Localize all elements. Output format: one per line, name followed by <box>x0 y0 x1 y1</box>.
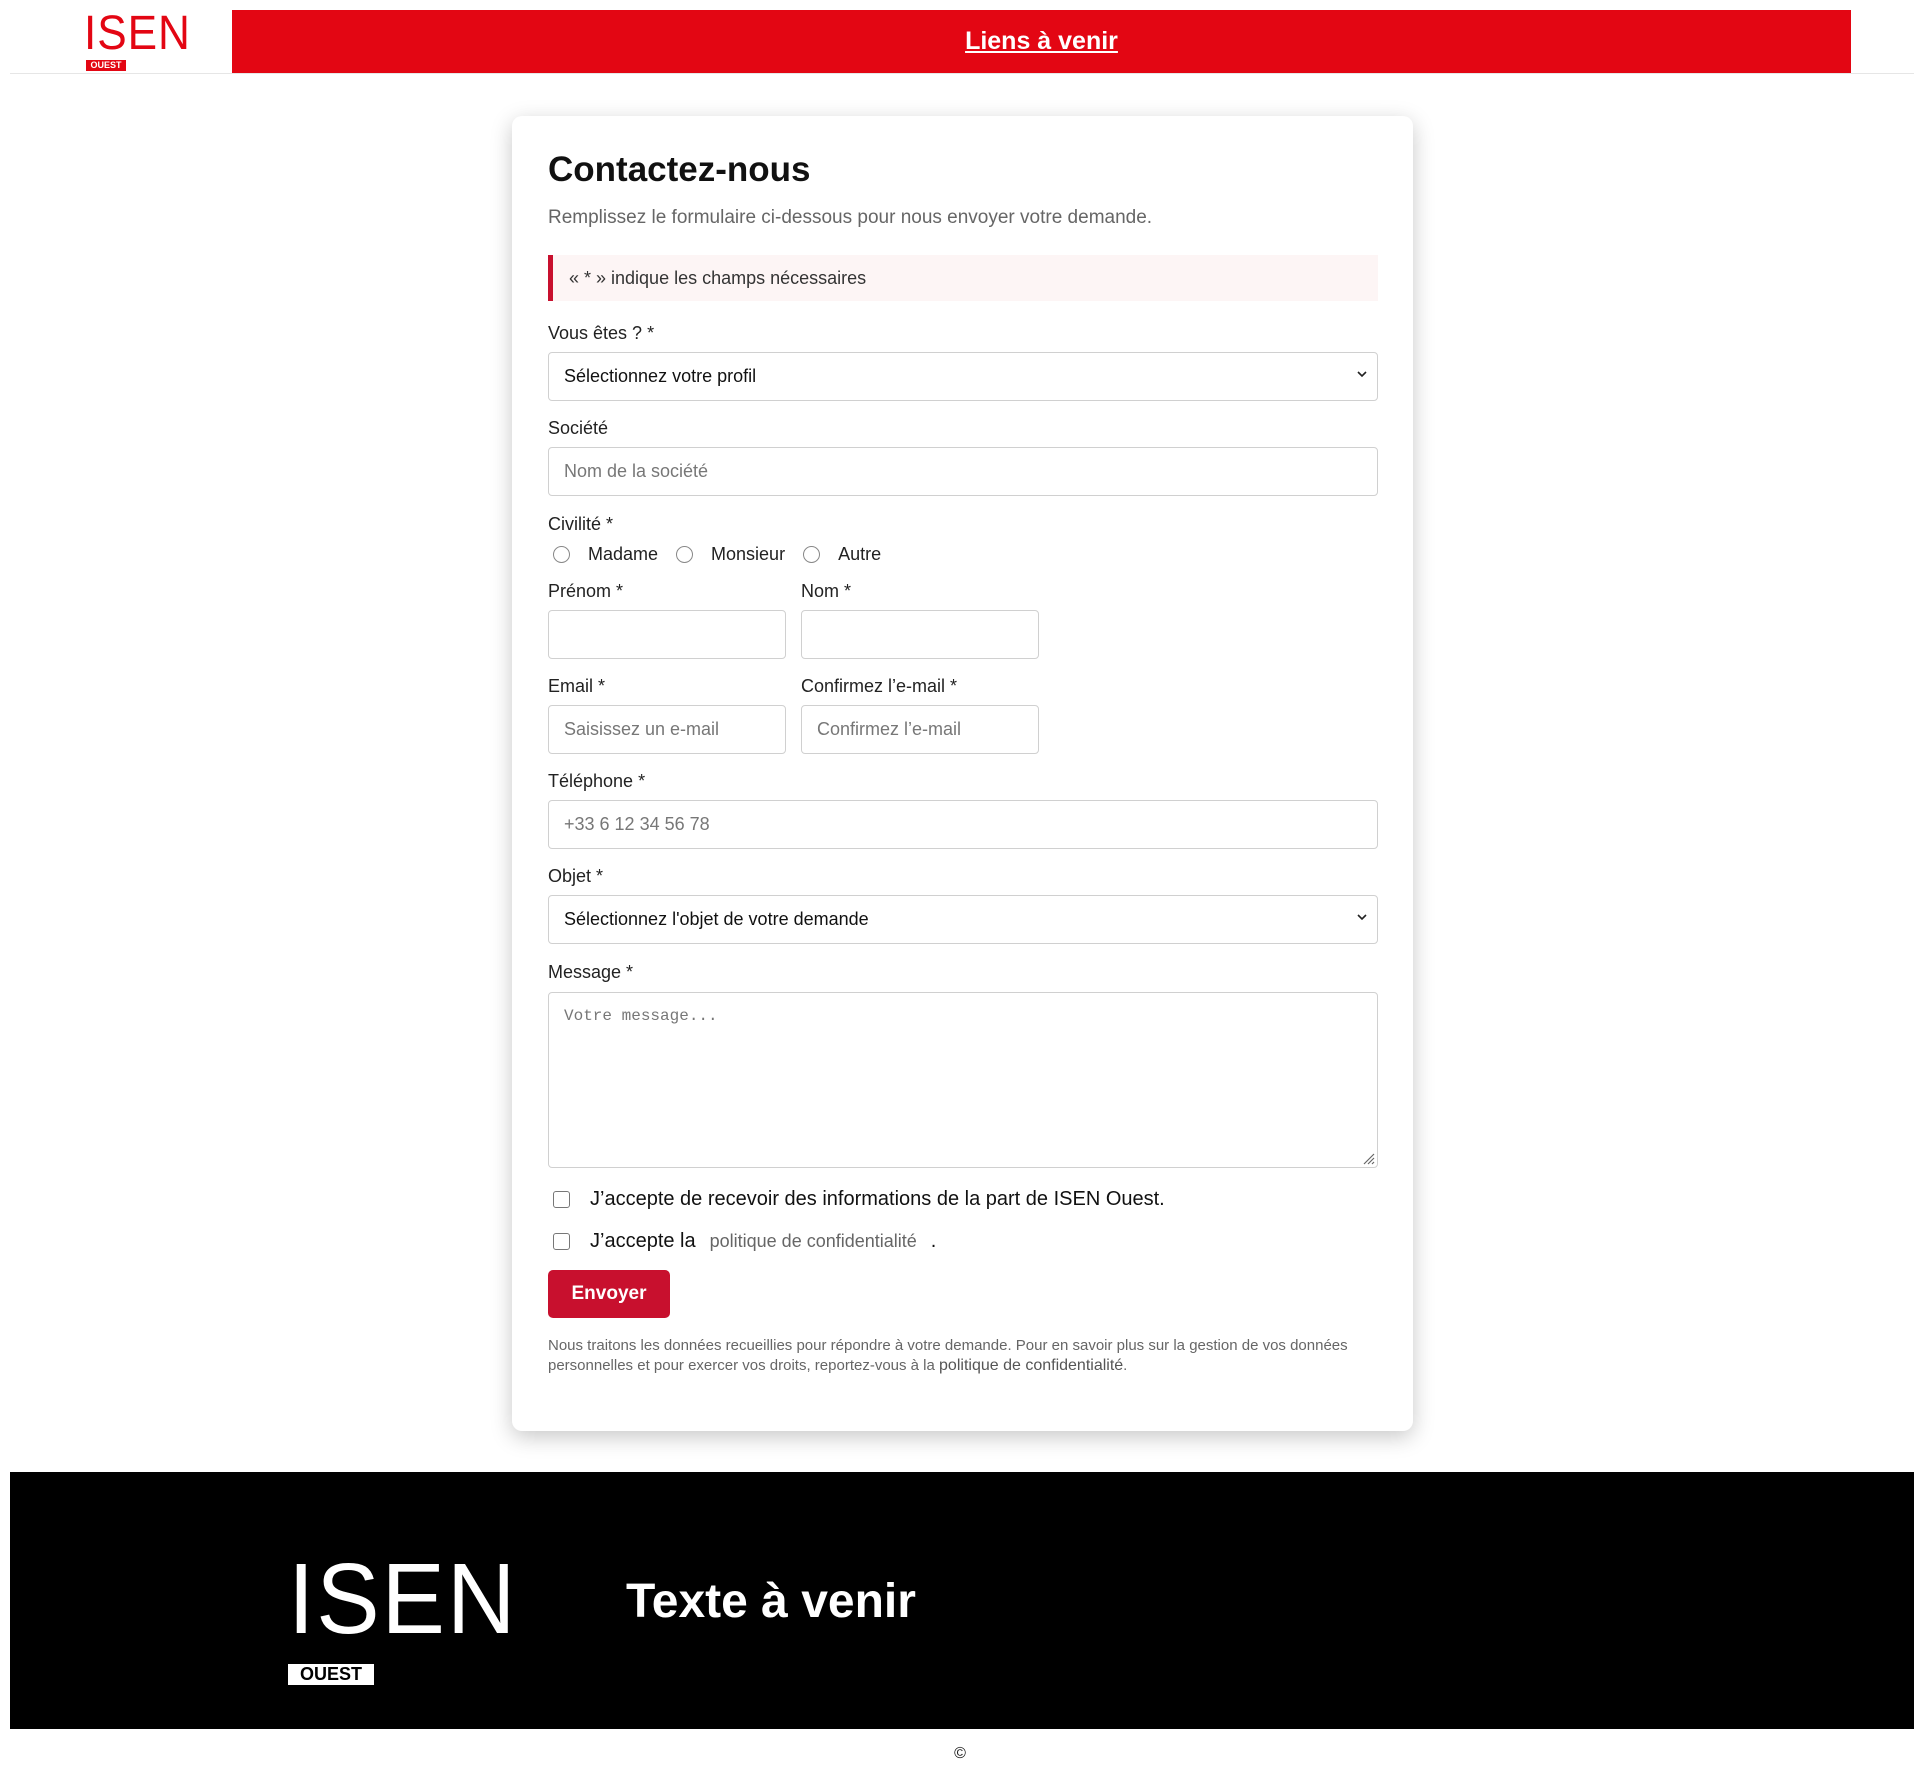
footer-logo-subtitle: OUEST <box>288 1664 374 1685</box>
legal-end: . <box>1123 1357 1128 1374</box>
profile-select-value: Sélectionnez votre profil <box>564 366 757 386</box>
consent-policy-prefix: J’accepte la <box>590 1230 696 1252</box>
subject-label: Objet * <box>548 866 604 886</box>
lastname-input[interactable] <box>801 610 1039 659</box>
civility-label: Civilité * <box>548 514 614 534</box>
phone-input[interactable]: +33 6 12 34 56 78 <box>548 800 1378 849</box>
firstname-label: Prénom * <box>548 581 624 601</box>
copyright: © <box>954 1745 966 1762</box>
email-confirm-label: Confirmez l’e-mail * <box>801 676 958 696</box>
message-label: Message * <box>548 962 634 982</box>
radio-circle[interactable] <box>803 545 821 563</box>
radio-autre[interactable]: Autre <box>803 544 881 565</box>
header-links-link[interactable]: Liens à venir <box>965 27 1118 56</box>
firstname-input[interactable] <box>548 610 786 659</box>
site-footer: ISEN OUEST Texte à venir <box>10 1472 1914 1729</box>
profile-select[interactable]: Sélectionnez votre profil <box>548 352 1378 401</box>
radio-madame[interactable]: Madame <box>553 544 658 565</box>
consent-info-row[interactable]: J’accepte de recevoir des informations d… <box>553 1188 1165 1211</box>
email-label: Email * <box>548 676 606 696</box>
radio-label: Autre <box>838 543 882 564</box>
site-header: ISEN OUEST Liens à venir <box>10 0 1914 74</box>
consent-info-checkbox[interactable] <box>553 1191 570 1208</box>
submit-button[interactable]: Envoyer <box>548 1270 670 1318</box>
legal-notice: Nous traitons les données recueillies po… <box>548 1336 1378 1376</box>
footer-isen-logo: ISEN OUEST <box>288 1549 515 1685</box>
consent-info-label: J’accepte de recevoir des informations d… <box>590 1188 1165 1210</box>
page-title: Contactez-nous <box>548 150 811 189</box>
company-placeholder: Nom de la société <box>564 461 709 481</box>
email-placeholder: Saisissez un e-mail <box>564 719 720 739</box>
message-textarea[interactable]: Votre message... <box>548 992 1378 1168</box>
logo-text: ISEN <box>84 7 191 60</box>
consent-policy-suffix: . <box>930 1230 937 1252</box>
subject-select-value: Sélectionnez l'objet de votre demande <box>564 909 869 929</box>
footer-text: Texte à venir <box>626 1575 916 1628</box>
logo-subtitle: OUEST <box>86 60 126 71</box>
chevron-down-icon <box>1357 371 1367 378</box>
privacy-policy-link[interactable]: politique de confidentialité <box>710 1231 917 1252</box>
radio-label: Monsieur <box>711 543 786 564</box>
radio-monsieur[interactable]: Monsieur <box>676 544 785 565</box>
header-banner: Liens à venir <box>232 10 1851 73</box>
legal-privacy-link[interactable]: politique de confidentialité <box>939 1357 1123 1374</box>
message-placeholder: Votre message... <box>564 1007 718 1025</box>
radio-circle[interactable] <box>553 545 570 563</box>
resize-handle-icon[interactable] <box>1359 1149 1375 1165</box>
consent-policy-checkbox[interactable] <box>553 1233 570 1250</box>
lastname-label: Nom * <box>801 581 852 601</box>
phone-label: Téléphone * <box>548 771 646 791</box>
email-confirm-input[interactable]: Confirmez l’e-mail <box>801 705 1039 754</box>
radio-circle[interactable] <box>676 545 694 563</box>
email-input[interactable]: Saisissez un e-mail <box>548 705 786 754</box>
contact-form-card: Contactez-nous Remplissez le formulaire … <box>512 116 1413 1431</box>
form-subtitle: Remplissez le formulaire ci-dessous pour… <box>548 207 1153 228</box>
profile-label: Vous êtes ? * <box>548 323 655 343</box>
subject-select[interactable]: Sélectionnez l'objet de votre demande <box>548 895 1378 944</box>
civility-radio-group: Madame Monsieur Autre <box>553 543 899 565</box>
company-label: Société <box>548 418 609 438</box>
radio-label: Madame <box>588 543 659 564</box>
footer-logo-text: ISEN <box>288 1543 518 1655</box>
phone-placeholder: +33 6 12 34 56 78 <box>564 814 710 834</box>
required-fields-notice: « * » indique les champs nécessaires <box>548 255 1378 301</box>
company-input[interactable]: Nom de la société <box>548 447 1378 496</box>
chevron-down-icon <box>1357 914 1367 921</box>
isen-logo[interactable]: ISEN OUEST <box>84 7 191 71</box>
email-confirm-placeholder: Confirmez l’e-mail <box>817 719 962 739</box>
consent-policy-row[interactable]: J’accepte la politique de confidentialit… <box>553 1230 936 1253</box>
